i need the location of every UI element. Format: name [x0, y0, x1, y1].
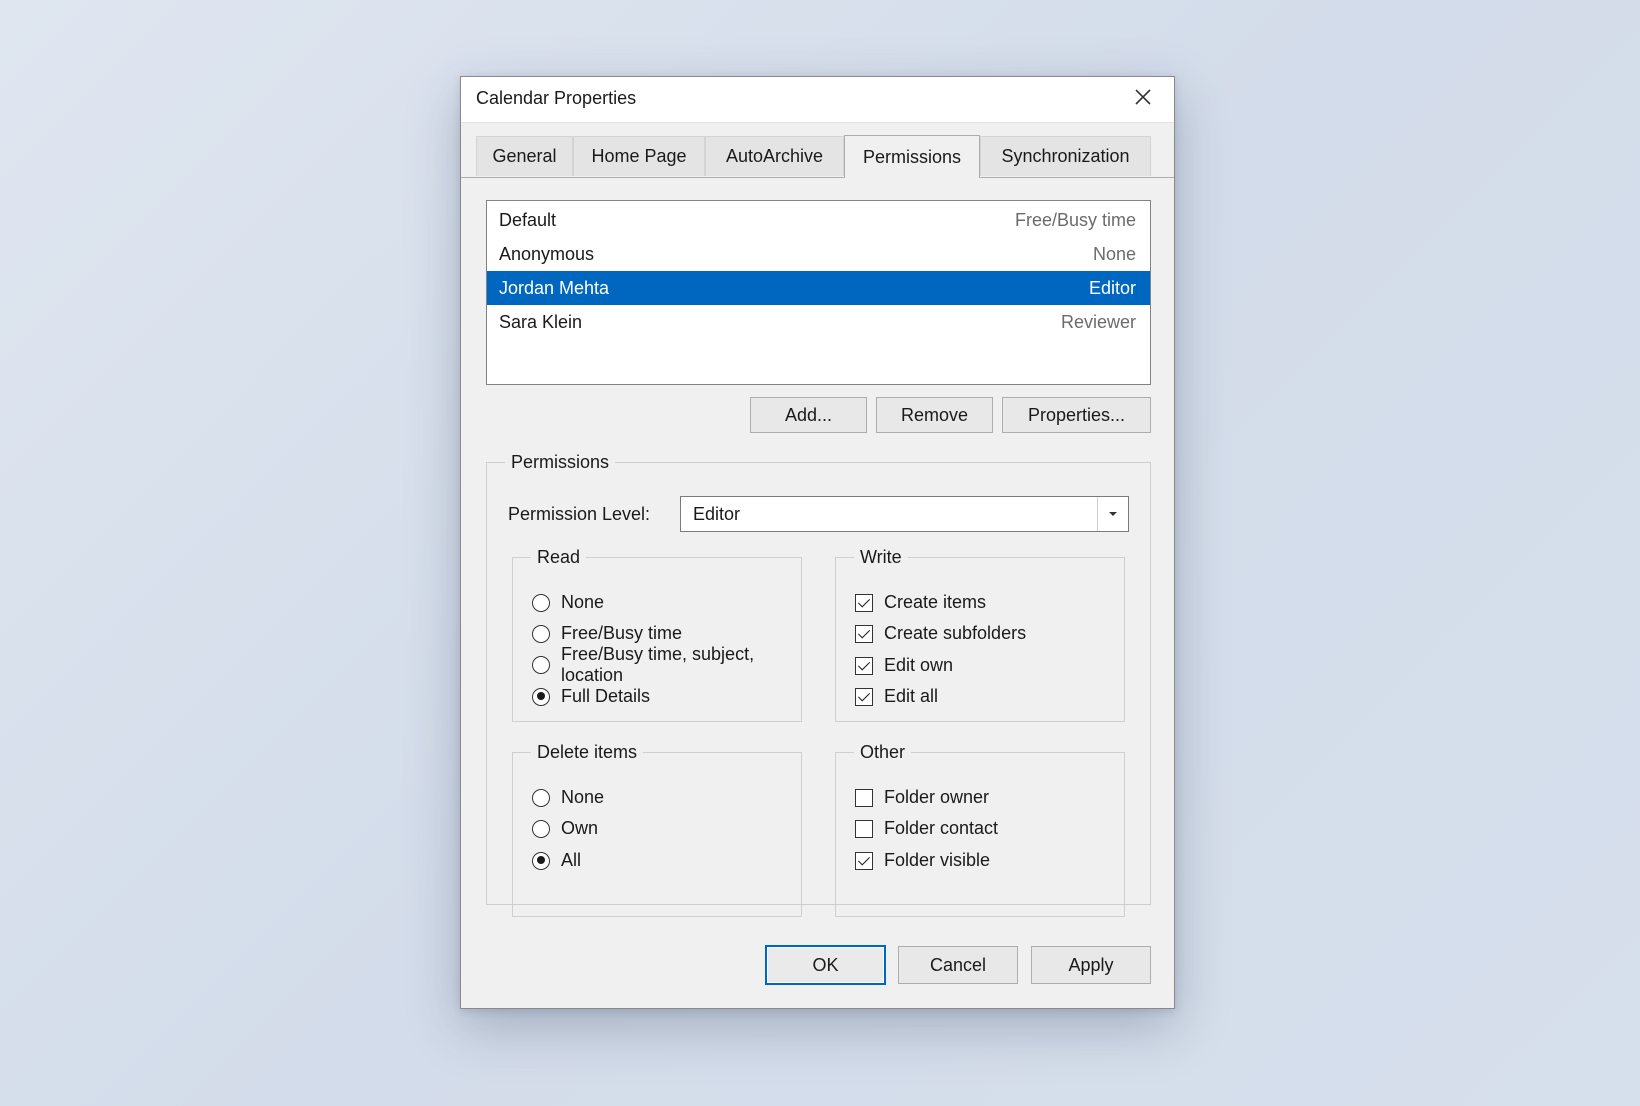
delete-none-radio[interactable]: None: [532, 787, 604, 808]
user-permission: Editor: [1088, 277, 1136, 298]
apply-button[interactable]: Apply: [1031, 946, 1151, 984]
user-properties-button[interactable]: Properties...: [1002, 397, 1151, 433]
read-free-busy-subject-radio[interactable]: Free/Busy time, subject, location: [532, 644, 754, 686]
create-items-checkbox[interactable]: Create items: [855, 592, 986, 613]
radio-icon: [532, 819, 550, 838]
radio-label: None: [561, 592, 605, 612]
checkbox-checked-icon: [855, 624, 873, 643]
tab-autoarchive[interactable]: AutoArchive: [705, 136, 844, 176]
close-icon: [1134, 88, 1152, 111]
radio-selected-icon: [532, 687, 550, 706]
list-item-selected[interactable]: Jordan Mehta Editor: [487, 271, 1150, 305]
radio-selected-icon: [532, 851, 550, 870]
radio-icon: [532, 593, 550, 612]
checkbox-label: Edit all: [884, 686, 939, 706]
checkbox-label: Folder owner: [884, 787, 990, 807]
tab-permissions[interactable]: Permissions: [844, 135, 980, 178]
list-item[interactable]: Default Free/Busy time: [487, 203, 1150, 237]
title-bar: Calendar Properties: [461, 77, 1174, 123]
folder-contact-checkbox[interactable]: Folder contact: [855, 818, 998, 839]
read-legend: Read: [537, 547, 581, 567]
cancel-button[interactable]: Cancel: [898, 946, 1018, 984]
radio-icon: [532, 656, 550, 674]
radio-label: None: [561, 787, 605, 807]
edit-own-checkbox[interactable]: Edit own: [855, 655, 953, 676]
radio-icon: [532, 624, 550, 643]
tab-home-page[interactable]: Home Page: [573, 136, 705, 176]
user-permission-list[interactable]: Default Free/Busy time Anonymous None Jo…: [486, 200, 1151, 385]
radio-label: Full Details: [561, 686, 651, 706]
checkbox-label: Edit own: [884, 655, 954, 675]
user-permission: Free/Busy time: [1014, 209, 1136, 230]
user-name: Sara Klein: [499, 311, 583, 332]
chevron-down-icon: [1097, 497, 1128, 531]
radio-label: All: [561, 850, 582, 870]
other-legend: Other: [860, 742, 906, 762]
user-name: Anonymous: [499, 243, 595, 264]
checkbox-checked-icon: [855, 656, 873, 675]
remove-user-button[interactable]: Remove: [876, 397, 993, 433]
dialog-title: Calendar Properties: [476, 88, 637, 108]
radio-label: Free/Busy time, subject, location: [561, 644, 754, 686]
tab-general[interactable]: General: [476, 136, 573, 176]
delete-own-radio[interactable]: Own: [532, 818, 598, 839]
checkbox-label: Folder visible: [884, 850, 991, 870]
add-user-button[interactable]: Add...: [750, 397, 867, 433]
write-legend: Write: [860, 547, 902, 567]
user-name: Default: [499, 209, 557, 230]
radio-icon: [532, 788, 550, 807]
delete-items-legend: Delete items: [537, 742, 638, 762]
checkbox-icon: [855, 788, 873, 807]
delete-all-radio[interactable]: All: [532, 850, 581, 871]
permission-level-value: Editor: [693, 504, 741, 524]
user-permission: None: [1092, 243, 1136, 264]
close-button[interactable]: [1126, 83, 1160, 115]
checkbox-label: Folder contact: [884, 818, 999, 838]
permission-level-label: Permission Level:: [508, 504, 651, 524]
checkbox-label: Create subfolders: [884, 623, 1027, 643]
permission-level-dropdown[interactable]: Editor: [680, 496, 1129, 532]
ok-button[interactable]: OK: [765, 945, 886, 985]
read-full-details-radio[interactable]: Full Details: [532, 686, 650, 707]
tab-synchronization[interactable]: Synchronization: [980, 136, 1151, 176]
edit-all-checkbox[interactable]: Edit all: [855, 686, 938, 707]
calendar-properties-dialog: Calendar Properties General Home Page Au…: [460, 76, 1175, 1009]
user-name: Jordan Mehta: [499, 277, 610, 298]
radio-label: Free/Busy time: [561, 623, 683, 643]
list-item[interactable]: Sara Klein Reviewer: [487, 305, 1150, 339]
checkbox-checked-icon: [855, 687, 873, 706]
user-permission: Reviewer: [1060, 311, 1136, 332]
radio-label: Own: [561, 818, 599, 838]
checkbox-label: Create items: [884, 592, 987, 612]
radio-label-line2: location: [561, 665, 624, 685]
list-item[interactable]: Anonymous None: [487, 237, 1150, 271]
checkbox-icon: [855, 819, 873, 838]
permissions-legend: Permissions: [511, 452, 610, 472]
read-free-busy-radio[interactable]: Free/Busy time: [532, 623, 682, 644]
folder-owner-checkbox[interactable]: Folder owner: [855, 787, 989, 808]
checkbox-checked-icon: [855, 593, 873, 612]
folder-visible-checkbox[interactable]: Folder visible: [855, 850, 990, 871]
read-none-radio[interactable]: None: [532, 592, 604, 613]
radio-label-line1: Free/Busy time, subject,: [561, 644, 755, 664]
checkbox-checked-icon: [855, 851, 873, 870]
create-subfolders-checkbox[interactable]: Create subfolders: [855, 623, 1026, 644]
tab-divider: [461, 177, 1174, 178]
